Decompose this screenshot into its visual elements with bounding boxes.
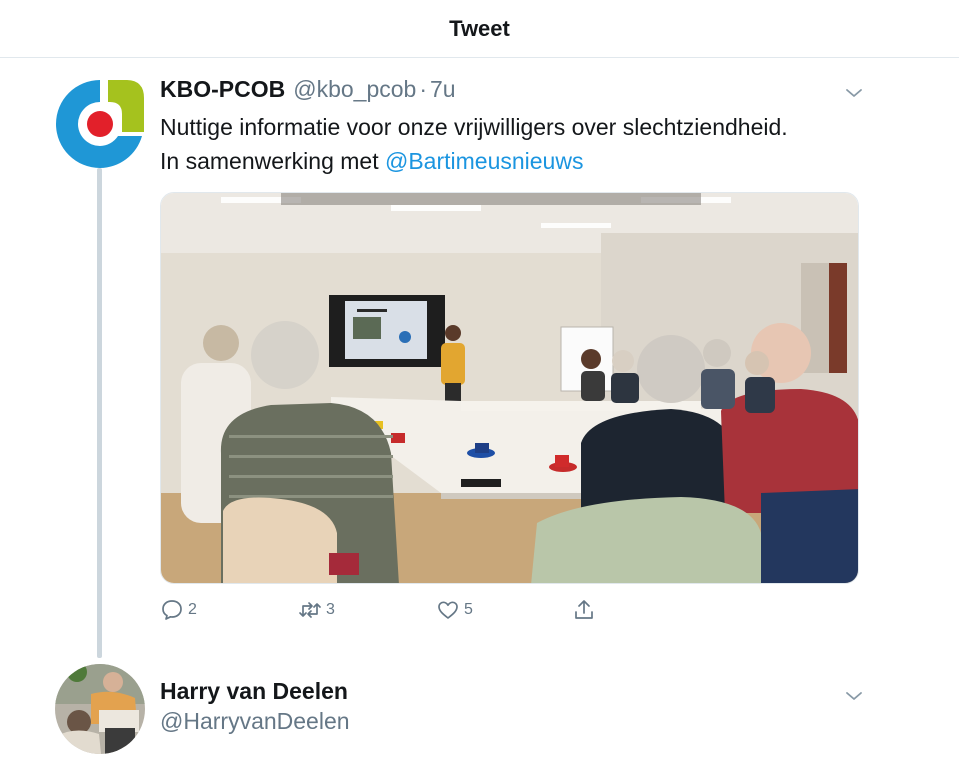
kbo-pcob-logo: [56, 80, 144, 168]
tweet-menu-chevron-icon[interactable]: [845, 84, 863, 102]
tweet-text: Nuttige informatie voor onze vrijwillige…: [160, 110, 880, 178]
tweet-time[interactable]: 7u: [430, 76, 456, 103]
author-name[interactable]: KBO-PCOB: [160, 76, 285, 103]
harry-avatar-photo: [55, 664, 145, 754]
reply-author-handle[interactable]: @HarryvanDeelen: [160, 708, 350, 735]
reply-author-name[interactable]: Harry van Deelen: [160, 678, 348, 705]
tweet-text-line-2: In samenwerking met @Bartimeusnieuws: [160, 144, 880, 178]
retweet-count: 3: [326, 601, 335, 618]
separator-dot: ·: [419, 76, 428, 102]
top-bar: Tweet: [0, 0, 959, 58]
like-count: 5: [464, 601, 473, 618]
kbo-pcob-avatar[interactable]: [54, 78, 146, 170]
tweet-text-line-1: Nuttige informatie voor onze vrijwillige…: [160, 114, 788, 140]
mention-link[interactable]: @Bartimeusnieuws: [385, 148, 583, 174]
tweet-header: KBO-PCOB @kbo_pcob · 7u: [160, 76, 456, 103]
author-handle[interactable]: @kbo_pcob: [293, 76, 416, 103]
like-action[interactable]: 5: [436, 598, 473, 622]
tweet-text-prefix: In samenwerking met: [160, 148, 385, 174]
tweet-action-bar: 2 3 5: [160, 598, 630, 628]
tweet-photo[interactable]: [160, 192, 859, 584]
reply-action[interactable]: 2: [160, 598, 197, 622]
reply-count: 2: [188, 601, 197, 618]
meeting-room-photo: [161, 193, 858, 583]
reply-menu-chevron-icon[interactable]: [845, 687, 863, 705]
retweet-action[interactable]: 3: [298, 598, 335, 622]
thread-connector-line: [97, 168, 102, 658]
harry-van-deelen-avatar[interactable]: [55, 664, 145, 754]
page-title: Tweet: [449, 15, 510, 41]
share-icon: [572, 598, 596, 622]
share-action[interactable]: [572, 598, 596, 622]
reply-icon: [160, 598, 184, 622]
retweet-icon: [298, 598, 322, 622]
heart-icon: [436, 598, 460, 622]
